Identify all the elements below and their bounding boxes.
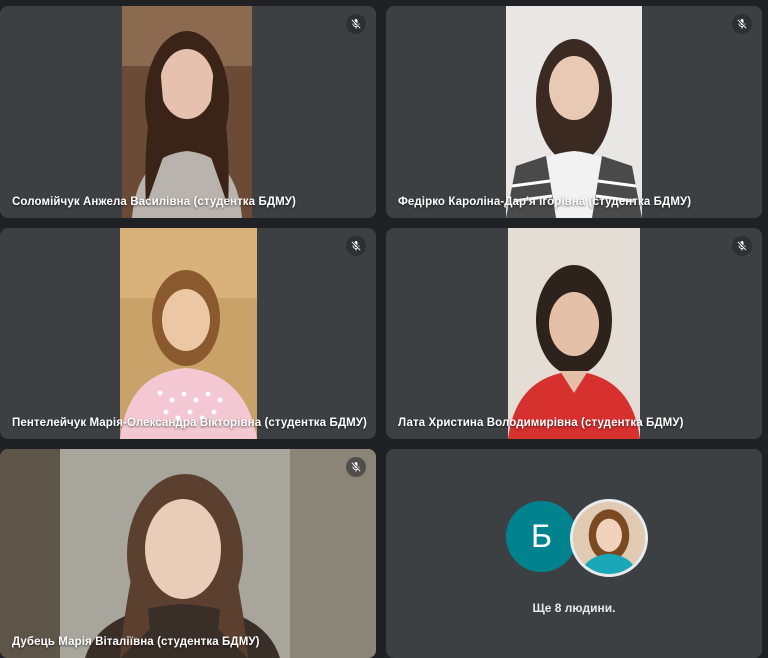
participant-tile-3[interactable]: Пентелейчук Марія-Олександра Вікторівна … [0, 228, 376, 439]
mute-indicator [732, 236, 752, 256]
participant-tile-2[interactable]: Федірко Кароліна-Дар'я Ігорівна (студент… [386, 6, 762, 218]
mic-off-icon [737, 241, 747, 251]
others-count-label: Ще 8 людини. [532, 601, 616, 615]
participant-name: Соломійчук Анжела Василівна (студентка Б… [12, 196, 296, 208]
participant-tile-4[interactable]: Лата Христина Володимирівна (студентка Б… [386, 228, 762, 439]
mic-off-icon [737, 19, 747, 29]
participant-name: Пентелейчук Марія-Олександра Вікторівна … [12, 417, 367, 429]
participant-video-1 [122, 6, 252, 218]
avatar [570, 499, 648, 577]
participant-video-5 [0, 449, 376, 658]
mic-off-icon [351, 462, 361, 472]
mute-indicator [346, 236, 366, 256]
participant-video-4 [508, 228, 640, 439]
mute-indicator [346, 14, 366, 34]
others-avatars: Б [386, 499, 762, 577]
participant-name: Лата Христина Володимирівна (студентка Б… [398, 417, 684, 429]
participant-tile-1[interactable]: Соломійчук Анжела Василівна (студентка Б… [0, 6, 376, 218]
mute-indicator [732, 14, 752, 34]
participant-video-2 [506, 6, 642, 218]
mute-indicator [346, 457, 366, 477]
mic-off-icon [351, 241, 361, 251]
avatar: Б [504, 499, 579, 574]
mic-off-icon [351, 19, 361, 29]
participant-name: Федірко Кароліна-Дар'я Ігорівна (студент… [398, 196, 692, 208]
others-tile[interactable]: Б Ще 8 людини. [386, 449, 762, 658]
participant-tile-5[interactable]: Дубець Марія Віталіївна (студентка БДМУ) [0, 449, 376, 658]
participant-video-3 [120, 228, 257, 439]
participant-name: Дубець Марія Віталіївна (студентка БДМУ) [12, 636, 260, 648]
